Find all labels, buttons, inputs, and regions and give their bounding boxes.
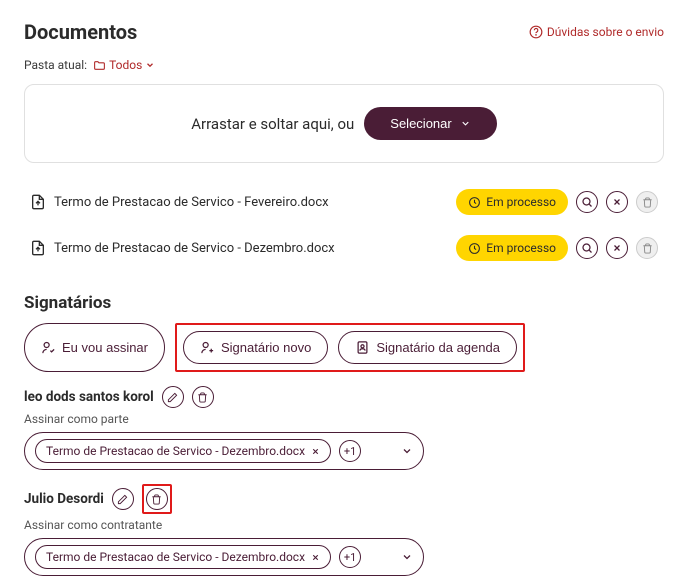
edit-signer-button[interactable]	[112, 488, 134, 510]
signer-name: leo dods santos korol	[24, 389, 154, 405]
status-badge: Em processo	[456, 235, 568, 261]
select-button-label: Selecionar	[390, 116, 451, 131]
doc-chip-label: Termo de Prestacao de Servico - Dezembro…	[46, 550, 305, 564]
doc-chip-label: Termo de Prestacao de Servico - Dezembro…	[46, 444, 305, 458]
preview-button[interactable]	[576, 237, 598, 259]
delete-signer-button[interactable]	[192, 386, 214, 408]
file-row: Termo de Prestacao de Servico - Dezembro…	[24, 227, 664, 273]
folder-icon	[93, 59, 106, 72]
self-sign-label: Eu vou assinar	[62, 340, 148, 355]
doc-chip: Termo de Prestacao de Servico - Dezembro…	[35, 439, 331, 463]
breadcrumb-folder[interactable]: Todos	[93, 58, 155, 72]
close-icon	[612, 197, 622, 207]
signer-role: Assinar como contratante	[24, 518, 664, 532]
highlight-signatory-buttons: Signatário novo Signatário da agenda	[175, 323, 525, 372]
clock-icon	[468, 242, 481, 255]
chevron-down-icon	[401, 551, 413, 563]
dropzone-text: Arrastar e soltar aqui, ou	[191, 115, 354, 133]
file-row: Termo de Prestacao de Servico - Fevereir…	[24, 181, 664, 227]
agenda-signatory-button[interactable]: Signatário da agenda	[338, 331, 517, 364]
signer-role: Assinar como parte	[24, 412, 664, 426]
trash-icon	[642, 243, 653, 254]
edit-signer-button[interactable]	[162, 386, 184, 408]
magnifier-icon	[581, 242, 593, 254]
extra-docs-badge: +1	[339, 546, 361, 568]
file-name: Termo de Prestacao de Servico - Dezembro…	[54, 241, 448, 256]
signer-block: Julio Desordi Assinar como contratante T…	[24, 484, 664, 576]
agenda-signatory-label: Signatário da agenda	[376, 340, 500, 355]
pencil-icon	[167, 392, 178, 403]
status-label: Em processo	[486, 195, 556, 209]
delete-button[interactable]	[636, 191, 658, 213]
pencil-icon	[117, 494, 128, 505]
page-title: Documentos	[24, 20, 137, 44]
magnifier-icon	[581, 196, 593, 208]
close-icon[interactable]	[311, 553, 320, 562]
delete-button[interactable]	[636, 237, 658, 259]
person-check-icon	[41, 340, 56, 355]
doc-chip: Termo de Prestacao de Servico - Dezembro…	[35, 545, 331, 569]
contacts-icon	[355, 340, 370, 355]
signatories-title: Signatários	[24, 293, 664, 313]
chevron-down-icon	[460, 118, 471, 129]
help-link-label: Dúvidas sobre o envio	[547, 25, 664, 39]
file-name: Termo de Prestacao de Servico - Fevereir…	[54, 195, 448, 210]
status-badge: Em processo	[456, 189, 568, 215]
delete-signer-button[interactable]	[146, 488, 168, 510]
signer-name: Julio Desordi	[24, 491, 104, 507]
new-signatory-button[interactable]: Signatário novo	[183, 331, 328, 364]
file-icon	[30, 240, 46, 256]
breadcrumb-label: Pasta atual:	[24, 58, 87, 72]
close-icon[interactable]	[311, 447, 320, 456]
highlight-delete-signer	[142, 484, 172, 514]
breadcrumb-folder-name: Todos	[109, 58, 142, 72]
breadcrumb: Pasta atual: Todos	[24, 58, 664, 72]
signer-doc-select[interactable]: Termo de Prestacao de Servico - Dezembro…	[24, 538, 424, 576]
trash-icon	[151, 494, 162, 505]
signer-doc-select[interactable]: Termo de Prestacao de Servico - Dezembro…	[24, 432, 424, 470]
clock-icon	[468, 196, 481, 209]
signer-block: leo dods santos korol Assinar como parte…	[24, 386, 664, 470]
file-dropzone[interactable]: Arrastar e soltar aqui, ou Selecionar	[24, 84, 664, 163]
trash-icon	[642, 197, 653, 208]
new-signatory-label: Signatário novo	[221, 340, 311, 355]
chevron-down-icon	[145, 60, 155, 70]
remove-button[interactable]	[606, 191, 628, 213]
trash-icon	[197, 392, 208, 403]
question-circle-icon	[529, 25, 543, 39]
status-label: Em processo	[486, 241, 556, 255]
extra-docs-badge: +1	[339, 440, 361, 462]
remove-button[interactable]	[606, 237, 628, 259]
self-sign-button[interactable]: Eu vou assinar	[24, 323, 165, 372]
chevron-down-icon	[401, 445, 413, 457]
file-icon	[30, 194, 46, 210]
select-files-button[interactable]: Selecionar	[364, 107, 496, 140]
person-plus-icon	[200, 340, 215, 355]
help-link[interactable]: Dúvidas sobre o envio	[529, 25, 664, 39]
close-icon	[612, 243, 622, 253]
preview-button[interactable]	[576, 191, 598, 213]
